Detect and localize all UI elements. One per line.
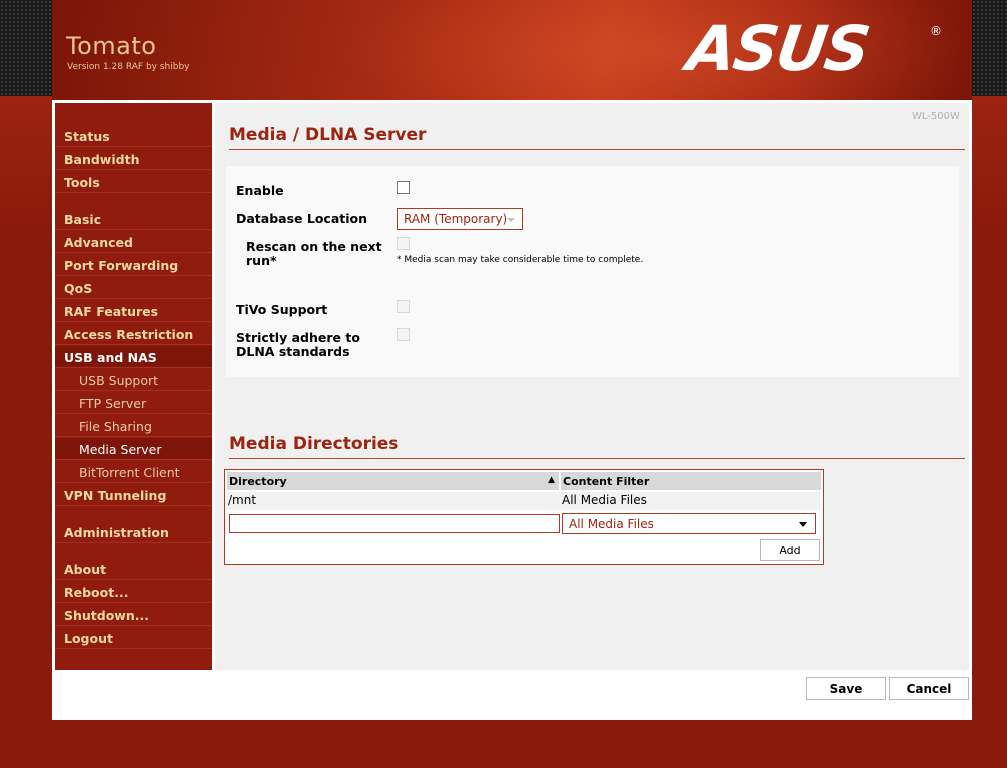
nav-media-server[interactable]: Media Server xyxy=(55,438,212,460)
right-dotted-margin xyxy=(972,0,1007,100)
rescan-label-line2: run* xyxy=(246,253,277,268)
nav-file-sharing[interactable]: File Sharing xyxy=(55,415,212,437)
column-header-content-filter[interactable]: Content Filter xyxy=(561,472,821,490)
registered-mark: ® xyxy=(930,24,942,38)
nav-bittorrent-client[interactable]: BitTorrent Client xyxy=(55,461,212,483)
tivo-checkbox[interactable] xyxy=(397,300,410,313)
nav-tools[interactable]: Tools xyxy=(55,171,212,193)
nav-status[interactable]: Status xyxy=(55,125,212,147)
rescan-label-line1: Rescan on the next xyxy=(246,239,382,254)
chevron-down-icon xyxy=(507,218,515,222)
nav-basic[interactable]: Basic xyxy=(55,208,212,230)
strict-dlna-label-line1: Strictly adhere to xyxy=(236,330,360,345)
directories-section-title: Media Directories xyxy=(229,434,399,454)
nav-qos[interactable]: QoS xyxy=(55,277,212,299)
cancel-button[interactable]: Cancel xyxy=(889,677,969,700)
strict-dlna-label-line2: DLNA standards xyxy=(236,344,350,359)
nav-vpn-tunneling[interactable]: VPN Tunneling xyxy=(55,484,212,506)
server-section-title: Media / DLNA Server xyxy=(229,125,427,145)
db-location-select[interactable]: RAM (Temporary) xyxy=(397,208,523,230)
media-directories-grid: Directory ▲ Content Filter /mnt All Medi… xyxy=(224,469,824,565)
nav-logout[interactable]: Logout xyxy=(55,627,212,649)
nav-usb-and-nas[interactable]: USB and NAS xyxy=(55,346,212,368)
nav-raf-features[interactable]: RAF Features xyxy=(55,300,212,322)
nav-port-forwarding[interactable]: Port Forwarding xyxy=(55,254,212,276)
nav-ftp-server[interactable]: FTP Server xyxy=(55,392,212,414)
enable-label: Enable xyxy=(236,183,284,198)
left-dotted-margin xyxy=(0,0,52,100)
rescan-label: Rescan on the next run* xyxy=(246,240,382,268)
row-filter-cell: All Media Files xyxy=(562,493,647,507)
brand-version: Version 1.28 RAF by shibby xyxy=(67,62,190,72)
nav-access-restriction[interactable]: Access Restriction xyxy=(55,323,212,345)
server-section-rule xyxy=(229,149,965,150)
sidebar: Status Bandwidth Tools Basic Advanced Po… xyxy=(55,103,212,670)
chevron-down-icon xyxy=(799,522,807,527)
header-swoosh xyxy=(312,0,972,100)
rescan-checkbox[interactable] xyxy=(397,237,410,250)
directories-section-rule xyxy=(229,458,965,459)
nav-usb-support[interactable]: USB Support xyxy=(55,369,212,391)
strict-dlna-label: Strictly adhere to DLNA standards xyxy=(236,331,360,359)
header-banner: Tomato Version 1.28 RAF by shibby ASUS ® xyxy=(52,0,972,100)
brand-title: Tomato xyxy=(66,32,157,60)
nav-shutdown[interactable]: Shutdown... xyxy=(55,604,212,626)
enable-checkbox[interactable] xyxy=(397,181,410,194)
nav-administration[interactable]: Administration xyxy=(55,521,212,543)
nav-reboot[interactable]: Reboot... xyxy=(55,581,212,603)
table-row[interactable] xyxy=(227,492,821,510)
column-header-directory[interactable]: Directory ▲ xyxy=(227,472,559,490)
add-button[interactable]: Add xyxy=(760,539,820,561)
column-header-directory-label: Directory xyxy=(229,475,287,488)
strict-dlna-checkbox[interactable] xyxy=(397,328,410,341)
nav-about[interactable]: About xyxy=(55,558,212,580)
tivo-label: TiVo Support xyxy=(236,302,328,317)
content-filter-select[interactable]: All Media Files xyxy=(562,513,816,534)
save-button[interactable]: Save xyxy=(806,677,886,700)
rescan-note: * Media scan may take considerable time … xyxy=(397,255,644,265)
db-location-value: RAM (Temporary) xyxy=(404,212,508,226)
new-directory-input[interactable] xyxy=(229,514,560,533)
router-model: WL-500W xyxy=(912,111,960,122)
nav-bandwidth[interactable]: Bandwidth xyxy=(55,148,212,170)
sort-ascending-icon: ▲ xyxy=(548,475,555,485)
db-location-label: Database Location xyxy=(236,211,368,226)
asus-logo: ASUS xyxy=(682,12,873,85)
content-filter-value: All Media Files xyxy=(569,517,654,531)
nav-advanced[interactable]: Advanced xyxy=(55,231,212,253)
row-directory-cell: /mnt xyxy=(228,493,257,507)
